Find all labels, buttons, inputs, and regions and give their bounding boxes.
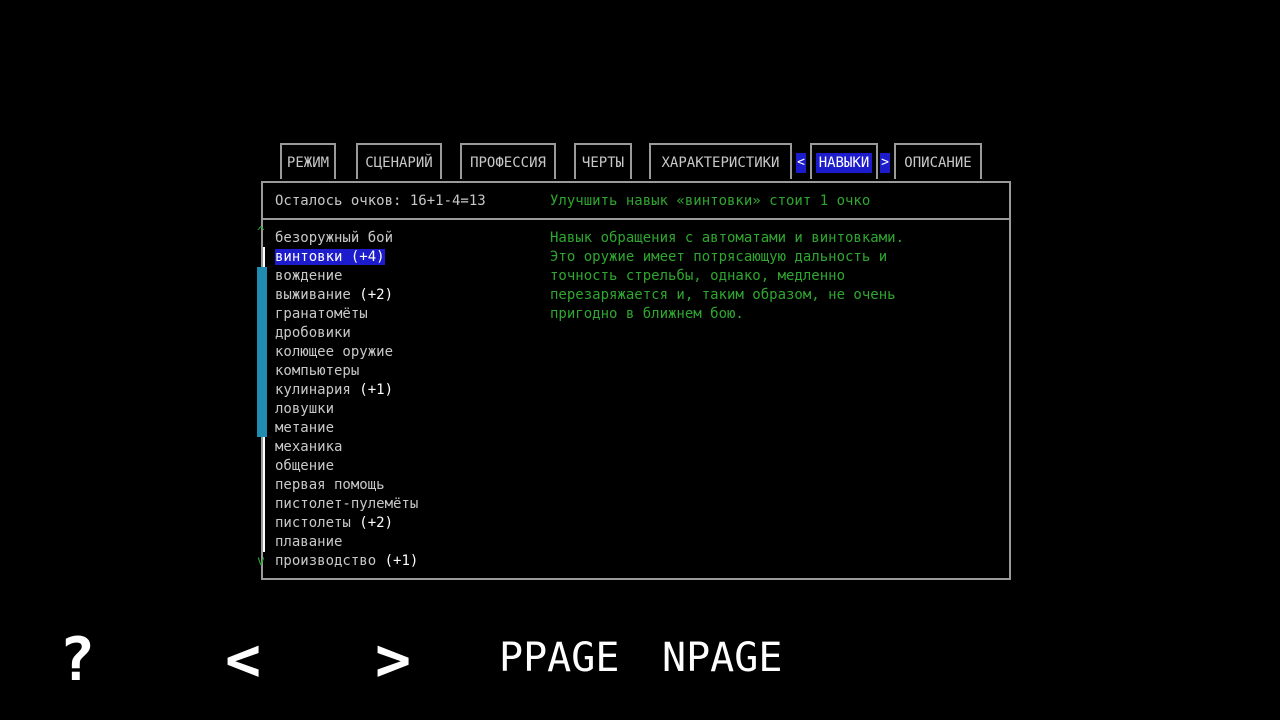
skill-item[interactable]: механика — [275, 438, 535, 457]
skill-item[interactable]: пистолеты (+2) — [275, 514, 535, 533]
skill-description: Навык обращения с автоматами и винтовкам… — [550, 229, 990, 324]
skill-bonus: (+1) — [359, 382, 394, 398]
tab-label: НАВЫКИ — [815, 153, 873, 173]
skill-name: гранатомёты — [275, 306, 368, 322]
skill-name: дробовики — [275, 325, 351, 341]
tab-arrow-left-icon: < — [796, 153, 806, 173]
skill-item[interactable]: вождение — [275, 267, 535, 286]
skill-item[interactable]: метание — [275, 419, 535, 438]
description-line: Навык обращения с автоматами и винтовкам… — [550, 230, 905, 246]
skill-name: кулинария — [275, 382, 351, 398]
description-line: точность стрельбы, однако, медленно — [550, 268, 846, 284]
skill-name: метание — [275, 420, 335, 436]
tab-profession[interactable]: ПРОФЕССИЯ — [460, 143, 556, 179]
tab-label: ОПИСАНИЕ — [904, 155, 972, 171]
tab-label: СЦЕНАРИЙ — [365, 155, 433, 171]
tab-skills[interactable]: НАВЫКИ — [810, 143, 878, 179]
skill-name: первая помощь — [275, 477, 385, 493]
description-line: Это оружие имеет потрясающую дальность и — [550, 249, 888, 265]
help-button[interactable]: ? — [59, 630, 95, 690]
skill-item[interactable]: компьютеры — [275, 362, 535, 381]
skill-list: безоружный бой винтовки (+4) вождение выжив… — [275, 229, 535, 571]
skill-name: колющее оружие — [275, 344, 394, 360]
tab-label: РЕЖИМ — [286, 155, 330, 171]
tab-description[interactable]: ОПИСАНИЕ — [894, 143, 982, 179]
skill-name: пистолет-пулемёты — [275, 496, 419, 512]
skill-bonus: (+2) — [359, 515, 394, 531]
skill-bonus: (+4) — [350, 249, 385, 265]
skill-name: ловушки — [275, 401, 335, 417]
skill-name: выживание — [275, 287, 351, 303]
skill-item[interactable]: кулинария (+1) — [275, 381, 535, 400]
skill-item[interactable]: общение — [275, 457, 535, 476]
skill-spacer — [376, 553, 384, 569]
prev-button[interactable]: < — [225, 630, 261, 690]
scroll-down-icon[interactable]: v — [257, 554, 265, 569]
tab-traits[interactable]: ЧЕРТЫ — [574, 143, 632, 179]
skill-bonus: (+2) — [359, 287, 394, 303]
skill-item[interactable]: выживание (+2) — [275, 286, 535, 305]
tab-mode[interactable]: РЕЖИМ — [280, 143, 336, 179]
tab-label: ХАРАКТЕРИСТИКИ — [661, 155, 780, 171]
description-line: пригодно в ближнем бою. — [550, 306, 744, 322]
skill-item[interactable]: дробовики — [275, 324, 535, 343]
header-divider — [263, 218, 1009, 220]
skill-item[interactable]: гранатомёты — [275, 305, 535, 324]
tab-scenario[interactable]: СЦЕНАРИЙ — [356, 143, 442, 179]
tab-arrow-right-icon: > — [880, 153, 890, 173]
skill-name: винтовки — [275, 249, 343, 265]
skill-item[interactable]: пистолет-пулемёты — [275, 495, 535, 514]
skill-name: механика — [275, 439, 343, 455]
tab-label: ПРОФЕССИЯ — [470, 155, 546, 171]
skill-name: производство — [275, 553, 377, 569]
skill-name: общение — [275, 458, 335, 474]
skill-name: вождение — [275, 268, 343, 284]
skill-name: плавание — [275, 534, 343, 550]
skill-item[interactable]: первая помощь — [275, 476, 535, 495]
skill-item[interactable]: винтовки (+4) — [275, 248, 535, 267]
skill-item[interactable]: ловушки — [275, 400, 535, 419]
page-up-button[interactable]: PPAGE — [499, 628, 619, 688]
skill-item[interactable]: колющее оружие — [275, 343, 535, 362]
description-line: перезаряжается и, таким образом, не очен… — [550, 287, 896, 303]
points-remaining: Осталось очков: 16+1-4=13 — [275, 193, 486, 209]
page-down-button[interactable]: NPAGE — [662, 628, 782, 688]
skill-name: компьютеры — [275, 363, 360, 379]
skill-item[interactable]: безоружный бой — [275, 229, 535, 248]
skill-spacer — [342, 249, 351, 265]
upgrade-hint: Улучшить навык «винтовки» стоит 1 очко — [550, 193, 871, 209]
skill-name: пистолеты — [275, 515, 351, 531]
skills-window: Осталось очков: 16+1-4=13 Улучшить навык… — [257, 181, 1011, 580]
tab-label: ЧЕРТЫ — [581, 155, 625, 171]
tab-stats[interactable]: ХАРАКТЕРИСТИКИ — [649, 143, 792, 179]
scroll-up-icon[interactable]: ^ — [257, 225, 265, 240]
skill-bonus: (+1) — [384, 553, 419, 569]
skill-item[interactable]: производство (+1) — [275, 552, 535, 571]
next-button[interactable]: > — [375, 630, 411, 690]
skill-item[interactable]: плавание — [275, 533, 535, 552]
skill-name: безоружный бой — [275, 230, 394, 246]
scrollbar-thumb[interactable] — [257, 267, 267, 437]
